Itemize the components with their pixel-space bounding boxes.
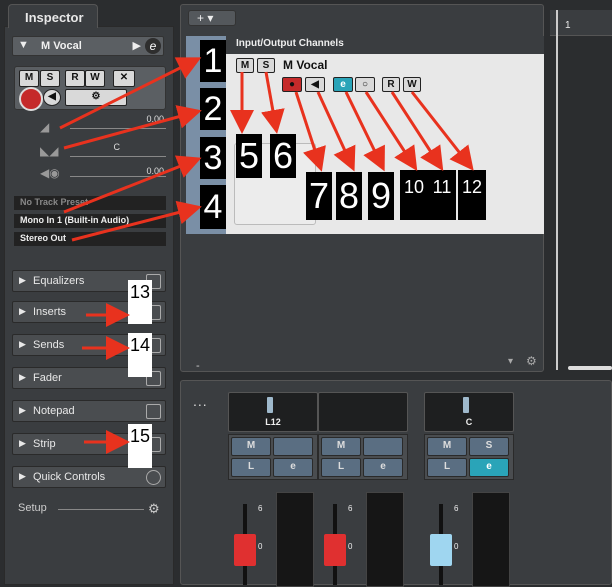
arrow-4 <box>71 200 202 242</box>
arrow-6 <box>261 71 285 134</box>
annotation-arrows <box>59 57 474 454</box>
arrow-12 <box>410 91 474 171</box>
arrow-9 <box>344 91 385 172</box>
arrow-10 <box>364 91 418 172</box>
arrow-3 <box>63 155 202 214</box>
arrow-7 <box>294 91 326 172</box>
arrow-11 <box>390 91 444 172</box>
arrow-8 <box>316 91 356 172</box>
